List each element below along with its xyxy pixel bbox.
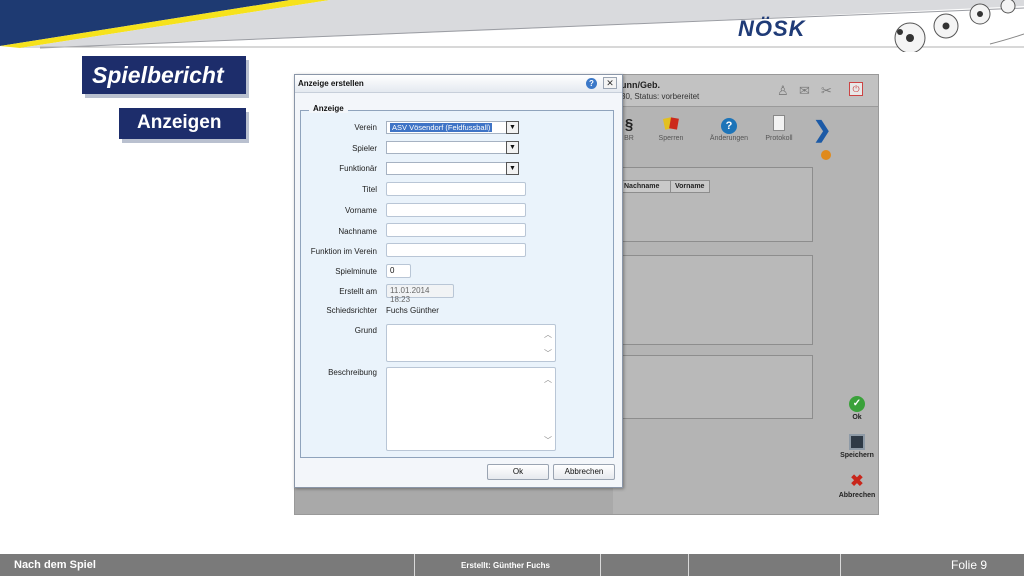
- col-header-nachname[interactable]: Nachname: [619, 180, 671, 193]
- slide-title: Spielbericht: [82, 56, 246, 94]
- spielminute-label: Spielminute: [335, 267, 377, 276]
- background-header: unn/Geb. 30, Status: vorbereitet ♙ ✉ ✂ ⏻: [613, 75, 878, 107]
- schiedsrichter-label: Schiedsrichter: [326, 306, 377, 315]
- power-icon[interactable]: ⏻: [849, 82, 863, 96]
- tools-icon[interactable]: ✂: [821, 83, 832, 99]
- toolbar-br-label: BR: [624, 135, 634, 142]
- user-icon[interactable]: ♙: [777, 83, 789, 99]
- erstellt-field: 11.01.2014 18:23: [386, 284, 454, 304]
- scroll-down-icon[interactable]: ﹀: [544, 435, 552, 446]
- slide-footer: Nach dem Spiel Erstellt: Günther Fuchs F…: [0, 554, 1024, 576]
- nachname-input[interactable]: [386, 223, 526, 237]
- dialog-title: Anzeige erstellen: [298, 79, 364, 88]
- close-icon[interactable]: ✕: [603, 77, 617, 89]
- titel-input[interactable]: [386, 182, 526, 196]
- footer-section: Nach dem Spiel: [14, 559, 96, 571]
- background-status: 30, Status: vorbereitet: [621, 92, 700, 101]
- cancel-button[interactable]: Abbrechen: [553, 464, 615, 480]
- document-icon: [749, 115, 809, 135]
- noesk-logo: NÖSK: [738, 16, 806, 41]
- footer-cell: Folie 9: [840, 554, 1024, 576]
- grund-label: Grund: [354, 326, 377, 335]
- toolbar-sperren[interactable]: Sperren: [641, 115, 701, 142]
- beschreibung-label: Beschreibung: [328, 368, 377, 377]
- anzeige-dialog: Anzeige erstellen ? ✕ Anzeige Verein ASV…: [294, 74, 623, 488]
- dialog-titlebar: Anzeige erstellen ? ✕: [295, 75, 622, 93]
- slide-subtitle: Anzeigen: [119, 108, 246, 139]
- help-icon[interactable]: ?: [586, 78, 597, 89]
- slide: NÖSK Spielbericht Anzeigen unn/Geb. 30, …: [0, 0, 1024, 576]
- verein-select[interactable]: ASV Vösendorf (Feldfussball) ▼: [386, 121, 519, 134]
- schiedsrichter-value: Fuchs Günther: [386, 306, 439, 315]
- col-header-vorname[interactable]: Vorname: [670, 180, 710, 193]
- cancel-side-label: Abbrechen: [838, 492, 876, 499]
- footer-cell: [600, 554, 688, 576]
- toolbar-sperren-label: Sperren: [658, 135, 684, 142]
- chevron-down-icon[interactable]: ▼: [506, 121, 519, 134]
- panel-bottom: [611, 355, 813, 419]
- spieler-label: Spieler: [352, 144, 377, 153]
- scroll-down-icon[interactable]: ﹀: [544, 348, 552, 359]
- save-icon: [849, 434, 865, 450]
- funktion-label: Funktion im Verein: [310, 247, 377, 256]
- chevron-down-icon[interactable]: ▼: [506, 141, 519, 154]
- beschreibung-textarea[interactable]: ︿ ﹀: [386, 367, 556, 451]
- toolbar-protokoll[interactable]: Protokoll: [749, 115, 809, 142]
- chevron-down-icon[interactable]: ▼: [506, 162, 519, 175]
- cards-icon: [641, 115, 701, 135]
- footer-cell: [688, 554, 840, 576]
- spieler-select[interactable]: ▼: [386, 141, 519, 154]
- scroll-up-icon[interactable]: ︿: [544, 374, 552, 385]
- titel-label: Titel: [362, 185, 377, 194]
- ok-side-label: Ok: [852, 414, 862, 421]
- ok-button[interactable]: Ok: [487, 464, 549, 480]
- mail-icon[interactable]: ✉: [799, 83, 810, 99]
- nachname-label: Nachname: [338, 227, 377, 236]
- spielminute-input[interactable]: 0: [386, 264, 411, 278]
- check-icon: ✓: [849, 396, 865, 412]
- cancel-side-button[interactable]: ✖ Abbrechen: [837, 473, 877, 500]
- fieldset-legend: Anzeige: [309, 104, 348, 113]
- toolbar-protokoll-label: Protokoll: [765, 135, 793, 142]
- scroll-up-icon[interactable]: ︿: [544, 329, 552, 340]
- verein-value: ASV Vösendorf (Feldfussball): [390, 123, 493, 132]
- next-arrow-icon[interactable]: ❯: [813, 117, 831, 143]
- funktion-input[interactable]: [386, 243, 526, 257]
- ok-side-button[interactable]: ✓ Ok: [837, 396, 877, 421]
- erstellt-label: Erstellt am: [339, 287, 377, 296]
- footer-cell: Erstellt: Günther Fuchs: [414, 554, 600, 576]
- save-side-label: Speichern: [840, 452, 874, 459]
- verein-label: Verein: [354, 123, 377, 132]
- panel-top: [611, 167, 813, 242]
- vorname-input[interactable]: [386, 203, 526, 217]
- cancel-icon: ✖: [850, 473, 864, 490]
- vorname-label: Vorname: [344, 206, 377, 215]
- save-side-button[interactable]: Speichern: [837, 434, 877, 459]
- panel-middle: [611, 255, 813, 345]
- header-swoosh: [0, 0, 1024, 49]
- background-title: unn/Geb.: [621, 80, 660, 90]
- warning-icon: [821, 150, 831, 160]
- football-icon: [894, 0, 1024, 52]
- funktionaer-label: Funktionär: [339, 164, 377, 173]
- funktionaer-select[interactable]: ▼: [386, 162, 519, 175]
- footer-page: Folie 9: [951, 558, 988, 572]
- footer-author: Erstellt: Günther Fuchs: [461, 561, 550, 570]
- grund-textarea[interactable]: ︿ ﹀: [386, 324, 556, 362]
- toolbar-aenderungen-label: Änderungen: [709, 135, 749, 142]
